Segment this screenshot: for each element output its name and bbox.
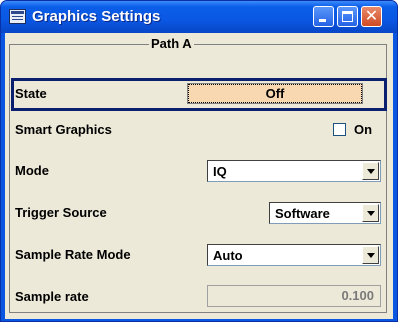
graphics-settings-window: Graphics Settings ✕ Path A State Off Sma… (0, 0, 398, 322)
chevron-down-icon[interactable] (362, 162, 379, 180)
sample-rate-mode-value: Auto (213, 248, 243, 263)
trigger-source-value: Software (275, 206, 330, 221)
smart-graphics-row: Smart Graphics On (11, 116, 387, 144)
state-label: State (15, 86, 47, 101)
mode-label: Mode (15, 163, 49, 178)
smart-graphics-checkbox[interactable] (333, 123, 346, 136)
maximize-icon (342, 11, 353, 22)
maximize-button[interactable] (337, 6, 358, 27)
minimize-button[interactable] (313, 6, 334, 27)
group-title: Path A (149, 36, 194, 51)
chevron-down-icon[interactable] (362, 204, 379, 222)
minimize-icon (319, 19, 326, 22)
sample-rate-label: Sample rate (15, 289, 89, 304)
sample-rate-mode-select[interactable]: Auto (207, 244, 381, 266)
close-icon: ✕ (364, 8, 379, 25)
dialog-icon (9, 9, 26, 24)
window-title: Graphics Settings (32, 8, 161, 25)
close-button[interactable]: ✕ (361, 6, 382, 27)
sample-rate-field: 0.100 (207, 285, 381, 307)
smart-graphics-checkbox-label[interactable]: On (354, 122, 372, 137)
chevron-down-icon[interactable] (362, 246, 379, 264)
trigger-source-select[interactable]: Software (269, 202, 381, 224)
dialog-client-area: Path A State Off Smart Graphics On Mode … (5, 33, 393, 319)
mode-select[interactable]: IQ (207, 160, 381, 182)
mode-row: Mode IQ (11, 157, 387, 185)
trigger-source-row: Trigger Source Software (11, 199, 387, 227)
sample-rate-mode-label: Sample Rate Mode (15, 247, 131, 262)
state-row: State Off (11, 78, 387, 111)
mode-value: IQ (213, 164, 227, 179)
sample-rate-mode-row: Sample Rate Mode Auto (11, 241, 387, 269)
sample-rate-row: Sample rate 0.100 (11, 283, 387, 311)
title-bar[interactable]: Graphics Settings ✕ (1, 1, 397, 33)
state-toggle-button[interactable]: Off (187, 83, 363, 104)
smart-graphics-label: Smart Graphics (15, 122, 112, 137)
trigger-source-label: Trigger Source (15, 205, 107, 220)
